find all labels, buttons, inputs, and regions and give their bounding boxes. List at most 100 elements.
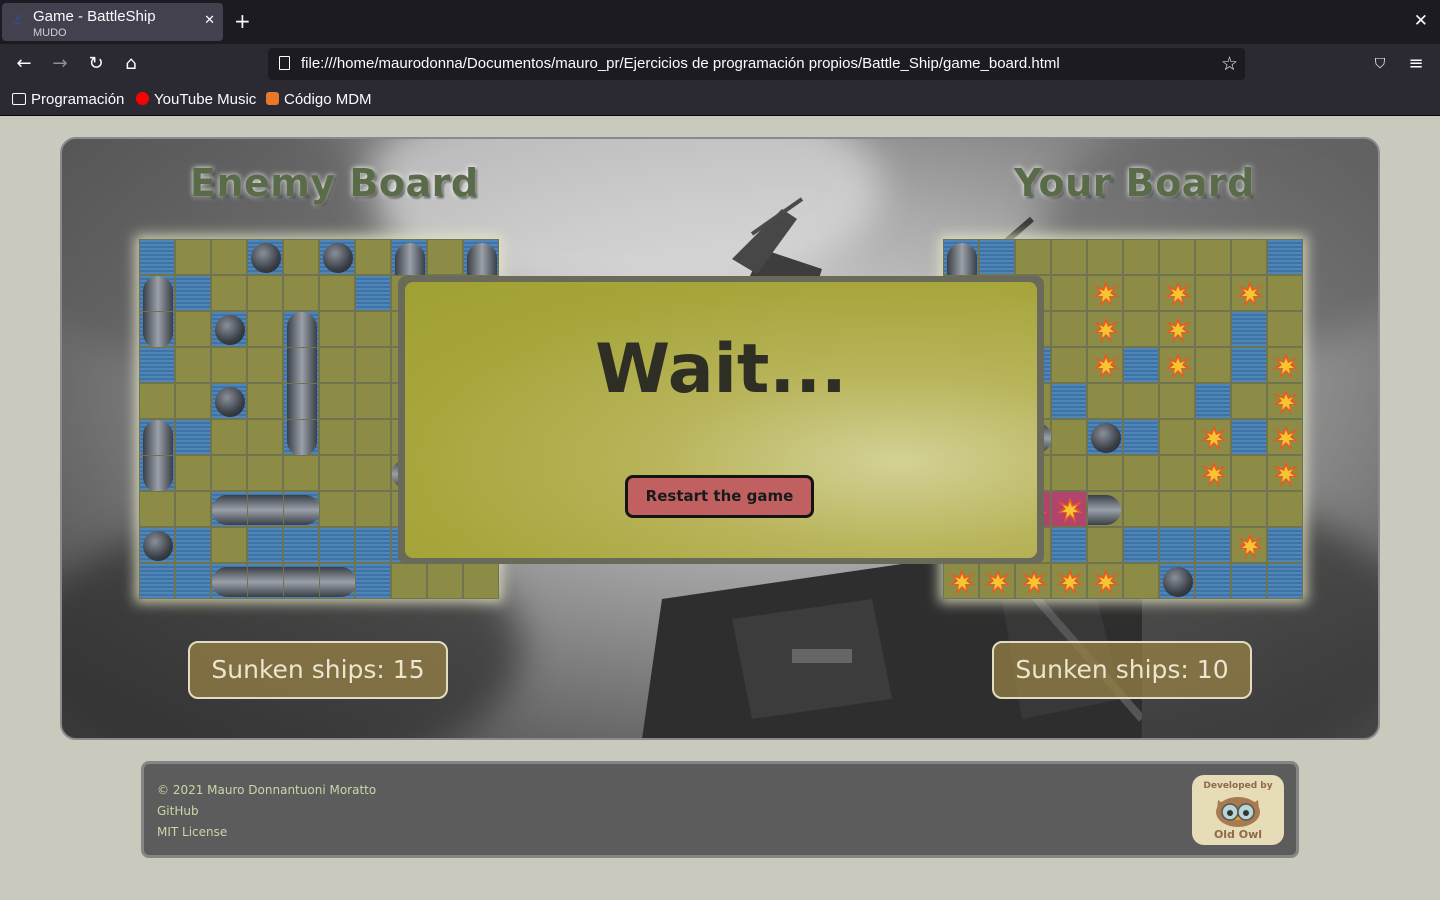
board-cell[interactable] [175, 455, 211, 491]
pocket-icon[interactable]: ⛉ [1369, 53, 1391, 75]
board-cell[interactable] [355, 311, 391, 347]
ship-cell[interactable] [139, 455, 175, 492]
ship-cell[interactable] [283, 311, 319, 348]
board-cell[interactable] [247, 347, 283, 383]
board-cell[interactable] [355, 239, 391, 275]
close-tab-icon[interactable]: ✕ [204, 13, 215, 28]
bookmark-label: Programación [31, 91, 125, 108]
board-cell[interactable] [319, 419, 355, 455]
url-text[interactable]: file:///home/maurodonna/Documentos/mauro… [301, 55, 1060, 72]
url-bar[interactable]: file:///home/maurodonna/Documentos/mauro… [268, 48, 1245, 80]
board-cell[interactable] [355, 455, 391, 491]
board-cell[interactable] [247, 419, 283, 455]
ship-cell[interactable] [139, 311, 175, 348]
board-cell[interactable] [139, 347, 175, 383]
board-cell[interactable] [319, 311, 355, 347]
board-cell[interactable] [211, 275, 247, 311]
board-cell[interactable] [175, 239, 211, 275]
board-cell[interactable] [247, 275, 283, 311]
miss-cell[interactable] [211, 311, 247, 347]
ship-cell[interactable] [319, 563, 356, 599]
ship-cell[interactable] [283, 383, 319, 420]
board-cell[interactable] [175, 563, 211, 599]
bookmark-star-icon[interactable]: ☆ [1221, 53, 1238, 75]
forward-arrow-icon[interactable]: → [49, 53, 71, 75]
reload-icon[interactable]: ↻ [85, 53, 107, 75]
github-link[interactable]: GitHub [157, 804, 199, 818]
ship-cell[interactable] [247, 563, 284, 599]
board-cell[interactable] [139, 239, 175, 275]
board-cell[interactable] [211, 239, 247, 275]
board-cell[interactable] [211, 347, 247, 383]
board-cell[interactable] [247, 383, 283, 419]
ship-cell[interactable] [463, 239, 499, 276]
board-cell[interactable] [355, 527, 391, 563]
board-cell[interactable] [139, 383, 175, 419]
board-cell[interactable] [283, 455, 319, 491]
board-cell[interactable] [319, 491, 355, 527]
board-cell[interactable] [211, 455, 247, 491]
license-link[interactable]: MIT License [157, 825, 227, 839]
ship-cell[interactable] [139, 419, 175, 456]
board-cell[interactable] [247, 455, 283, 491]
board-cell[interactable] [247, 311, 283, 347]
board-cell[interactable] [211, 419, 247, 455]
ship-cell[interactable] [283, 419, 319, 456]
board-cell[interactable] [139, 491, 175, 527]
board-cell[interactable] [355, 563, 391, 599]
board-cell[interactable] [319, 455, 355, 491]
board-cell[interactable] [319, 527, 355, 563]
bookmark-codigo-mdm[interactable]: Código MDM [266, 91, 372, 108]
board-cell[interactable] [283, 239, 319, 275]
miss-cell[interactable] [247, 239, 283, 275]
board-cell[interactable] [211, 527, 247, 563]
board-cell[interactable] [355, 383, 391, 419]
board-cell[interactable] [175, 491, 211, 527]
ship-cell[interactable] [283, 491, 320, 527]
board-cell[interactable] [175, 383, 211, 419]
restart-game-button[interactable]: Restart the game [625, 475, 814, 518]
board-cell[interactable] [175, 527, 211, 563]
ship-cell[interactable] [211, 563, 248, 599]
board-cell[interactable] [175, 419, 211, 455]
board-cell[interactable] [175, 347, 211, 383]
board-cell[interactable] [355, 347, 391, 383]
board-cell[interactable] [283, 527, 319, 563]
new-tab-icon[interactable]: + [234, 10, 251, 32]
board-cell[interactable] [139, 563, 175, 599]
ship-cell[interactable] [211, 491, 248, 527]
back-arrow-icon[interactable]: ← [13, 53, 35, 75]
board-cell[interactable] [247, 527, 283, 563]
miss-cell[interactable] [139, 527, 175, 563]
bookmark-youtube-music[interactable]: YouTube Music [136, 91, 256, 108]
bookmark-programacion[interactable]: Programación [12, 91, 124, 108]
miss-cell[interactable] [319, 239, 355, 275]
miss-cell[interactable] [211, 383, 247, 419]
board-cell[interactable] [319, 383, 355, 419]
board-cell [1267, 527, 1303, 563]
board-cell[interactable] [427, 239, 463, 275]
ship-cell[interactable] [391, 239, 427, 276]
home-icon[interactable]: ⌂ [120, 53, 142, 75]
board-cell[interactable] [319, 347, 355, 383]
ship-segment [467, 243, 497, 276]
board-cell[interactable] [355, 491, 391, 527]
board-cell[interactable] [283, 275, 319, 311]
board-cell[interactable] [355, 275, 391, 311]
menu-icon[interactable]: ≡ [1405, 53, 1427, 75]
board-cell[interactable] [175, 275, 211, 311]
board-cell[interactable] [427, 563, 463, 599]
board-cell [1051, 311, 1087, 347]
browser-tab[interactable]: ⚓ Game - BattleShip MUDO ✕ [2, 3, 223, 41]
board-cell[interactable] [391, 563, 427, 599]
board-cell[interactable] [463, 563, 499, 599]
ship-cell[interactable] [283, 347, 319, 384]
board-cell[interactable] [319, 275, 355, 311]
board-cell[interactable] [175, 311, 211, 347]
board-cell [1123, 527, 1159, 563]
ship-cell[interactable] [283, 563, 320, 599]
board-cell[interactable] [355, 419, 391, 455]
close-window-icon[interactable]: ✕ [1414, 11, 1428, 31]
ship-cell[interactable] [139, 275, 175, 312]
ship-cell[interactable] [247, 491, 284, 527]
